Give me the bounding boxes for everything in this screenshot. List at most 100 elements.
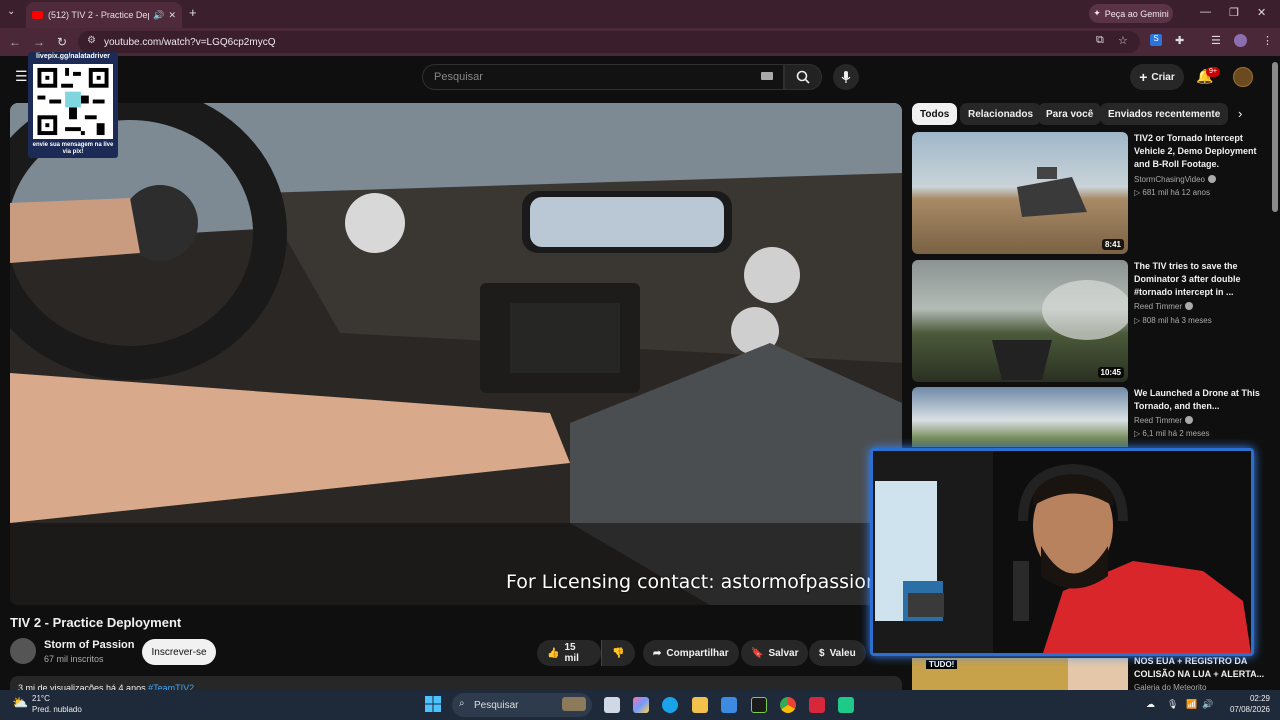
reload-icon[interactable]: ↻ <box>57 35 67 49</box>
menu-kebab-icon[interactable]: ⋮ <box>1262 34 1273 47</box>
recommendation-title[interactable]: We Launched a Drone at This Tornado, and… <box>1134 387 1270 413</box>
voice-search-button[interactable] <box>833 64 859 90</box>
tiv-vehicle-image <box>1017 167 1087 217</box>
page-scrollbar[interactable] <box>1272 62 1278 212</box>
thanks-button[interactable]: $ Valeu <box>809 640 866 666</box>
tray-cloud-icon[interactable]: ☁ <box>1146 699 1155 710</box>
video-duration: 10:45 <box>1097 367 1124 378</box>
recommendation-thumbnail[interactable] <box>912 387 1128 447</box>
site-info-icon[interactable]: ⚙ <box>87 35 96 46</box>
chip-all[interactable]: Todos <box>912 103 958 125</box>
create-label: Criar <box>1151 71 1175 83</box>
share-icon: ➦ <box>653 647 662 659</box>
recommendation-title[interactable]: The TIV tries to save the Dominator 3 af… <box>1134 260 1270 299</box>
cast-icon[interactable]: ⧉ <box>1096 34 1104 47</box>
recommendation-thumbnail[interactable]: TUDO! <box>912 658 1128 690</box>
channel-name[interactable]: Storm of Passion <box>44 639 134 651</box>
browser-toolbar: ← → ↻ ⚙ youtube.com/watch?v=LGQ6cp2mycQ <box>0 28 1280 56</box>
like-count: 15 mil <box>564 642 579 664</box>
thumbs-down-icon: 👎 <box>612 647 625 659</box>
gemini-button[interactable]: ✦ Peça ao Gemini <box>1089 4 1173 23</box>
app-teal-icon[interactable] <box>838 697 854 713</box>
save-label: Salvar <box>768 647 799 659</box>
video-title: TIV 2 - Practice Deployment <box>10 615 182 630</box>
subscribe-button[interactable]: Inscrever-se <box>142 639 216 665</box>
qr-url: livepix.gg/nalatadriver <box>36 53 110 60</box>
new-tab-icon[interactable]: + <box>189 5 197 20</box>
file-explorer-icon[interactable] <box>692 697 708 713</box>
create-button[interactable]: + Criar <box>1130 64 1184 90</box>
notifications-badge: 9+ <box>1206 67 1220 77</box>
url-text: youtube.com/watch?v=LGQ6cp2mycQ <box>104 36 276 48</box>
weather-condition: Pred. nublado <box>32 705 82 714</box>
close-tab-icon[interactable]: ✕ <box>168 10 176 21</box>
forward-icon[interactable]: → <box>33 35 45 49</box>
extension-s-icon[interactable]: S <box>1150 34 1162 46</box>
chevron-right-icon[interactable]: › <box>1238 106 1242 121</box>
chip-related[interactable]: Relacionados <box>960 103 1042 125</box>
taskbar-search-placeholder: Pesquisar <box>474 699 519 711</box>
copilot-icon[interactable] <box>633 697 649 713</box>
volume-icon[interactable]: 🔊 <box>1202 699 1213 710</box>
keyboard-icon[interactable] <box>761 72 773 80</box>
taskbar-search[interactable]: ⌕ Pesquisar <box>452 693 592 717</box>
windows-start-icon[interactable] <box>425 696 441 712</box>
maximize-icon[interactable]: ❐ <box>1229 6 1239 19</box>
verified-icon <box>1185 302 1194 310</box>
back-icon[interactable]: ← <box>9 35 21 49</box>
qr-code-image <box>33 64 113 139</box>
taskbar-clock[interactable]: 02:29 07/08/2026 <box>1222 693 1270 715</box>
clock-date: 07/08/2026 <box>1229 705 1270 714</box>
app-green-icon[interactable] <box>751 697 767 713</box>
search-placeholder: Pesquisar <box>434 71 483 83</box>
tab-search-icon[interactable]: ⌄ <box>7 6 15 17</box>
chip-for-you[interactable]: Para você <box>1038 103 1102 125</box>
video-frame <box>10 103 902 605</box>
store-icon[interactable] <box>721 697 737 713</box>
search-button[interactable] <box>784 64 822 90</box>
search-input[interactable]: Pesquisar <box>422 64 784 90</box>
share-button[interactable]: ➦ Compartilhar <box>643 640 739 666</box>
chip-recently-uploaded[interactable]: Enviados recentemente <box>1100 103 1229 125</box>
tornado-image <box>992 280 1128 380</box>
weather-widget[interactable]: 21°C Pred. nublado <box>32 693 82 715</box>
app-red-icon[interactable] <box>809 697 825 713</box>
channel-avatar[interactable] <box>10 638 36 664</box>
search-icon <box>796 70 810 84</box>
recommendation-channel: Reed Timmer <box>1134 416 1194 425</box>
save-button[interactable]: 🔖 Salvar <box>741 640 809 666</box>
reading-list-icon[interactable]: ☰ <box>1211 34 1221 47</box>
weather-icon[interactable]: ⛅ <box>12 695 28 711</box>
browser-tab-active[interactable]: (512) TIV 2 - Practice Deployment 🔊 ✕ <box>26 2 182 28</box>
chrome-icon[interactable] <box>780 697 796 713</box>
minimize-icon[interactable]: — <box>1200 6 1211 18</box>
livepix-qr-overlay: livepix.gg/nalatadriver envie sua mensag… <box>28 52 118 158</box>
network-icon[interactable]: 📶 <box>1186 699 1197 710</box>
bookmark-icon: 🔖 <box>751 647 764 659</box>
extensions-puzzle-icon[interactable]: ✚ <box>1175 34 1184 47</box>
bookmark-star-icon[interactable]: ☆ <box>1118 34 1128 47</box>
search-icon: ⌕ <box>459 698 465 709</box>
user-avatar[interactable] <box>1233 67 1253 87</box>
recommendation-thumbnail[interactable]: 10:45 <box>912 260 1128 382</box>
thumbnail-face <box>1068 658 1128 690</box>
video-duration: 8:41 <box>1101 239 1124 250</box>
tab-title: (512) TIV 2 - Practice Deployment <box>48 10 149 20</box>
recommendation-title[interactable]: NOS EUA + REGISTRO DA COLISÃO NA LUA + A… <box>1134 655 1270 681</box>
video-player[interactable]: For Licensing contact: astormofpassion@g… <box>10 103 902 605</box>
profile-avatar[interactable] <box>1234 34 1247 47</box>
close-window-icon[interactable]: ✕ <box>1257 6 1266 19</box>
recommendation-channel: Reed Timmer <box>1134 302 1194 311</box>
tray-mic-icon[interactable]: 🎙 <box>1167 699 1178 710</box>
like-button[interactable]: 👍 15 mil <box>537 640 601 666</box>
dislike-button[interactable]: 👎 <box>601 640 635 666</box>
browser-tab-bar: ⌄ (512) TIV 2 - Practice Deployment 🔊 ✕ … <box>0 0 1280 28</box>
speaker-icon[interactable]: 🔊 <box>153 10 164 21</box>
recommendation-title[interactable]: TIV2 or Tornado Intercept Vehicle 2, Dem… <box>1134 132 1270 171</box>
edge-icon[interactable] <box>662 697 678 713</box>
recommendation-thumbnail[interactable]: 8:41 <box>912 132 1128 254</box>
verified-icon <box>1208 175 1217 183</box>
hamburger-menu-icon[interactable]: ☰ <box>15 68 28 85</box>
task-view-icon[interactable] <box>604 697 620 713</box>
address-bar[interactable]: ⚙ youtube.com/watch?v=LGQ6cp2mycQ <box>78 31 1140 53</box>
